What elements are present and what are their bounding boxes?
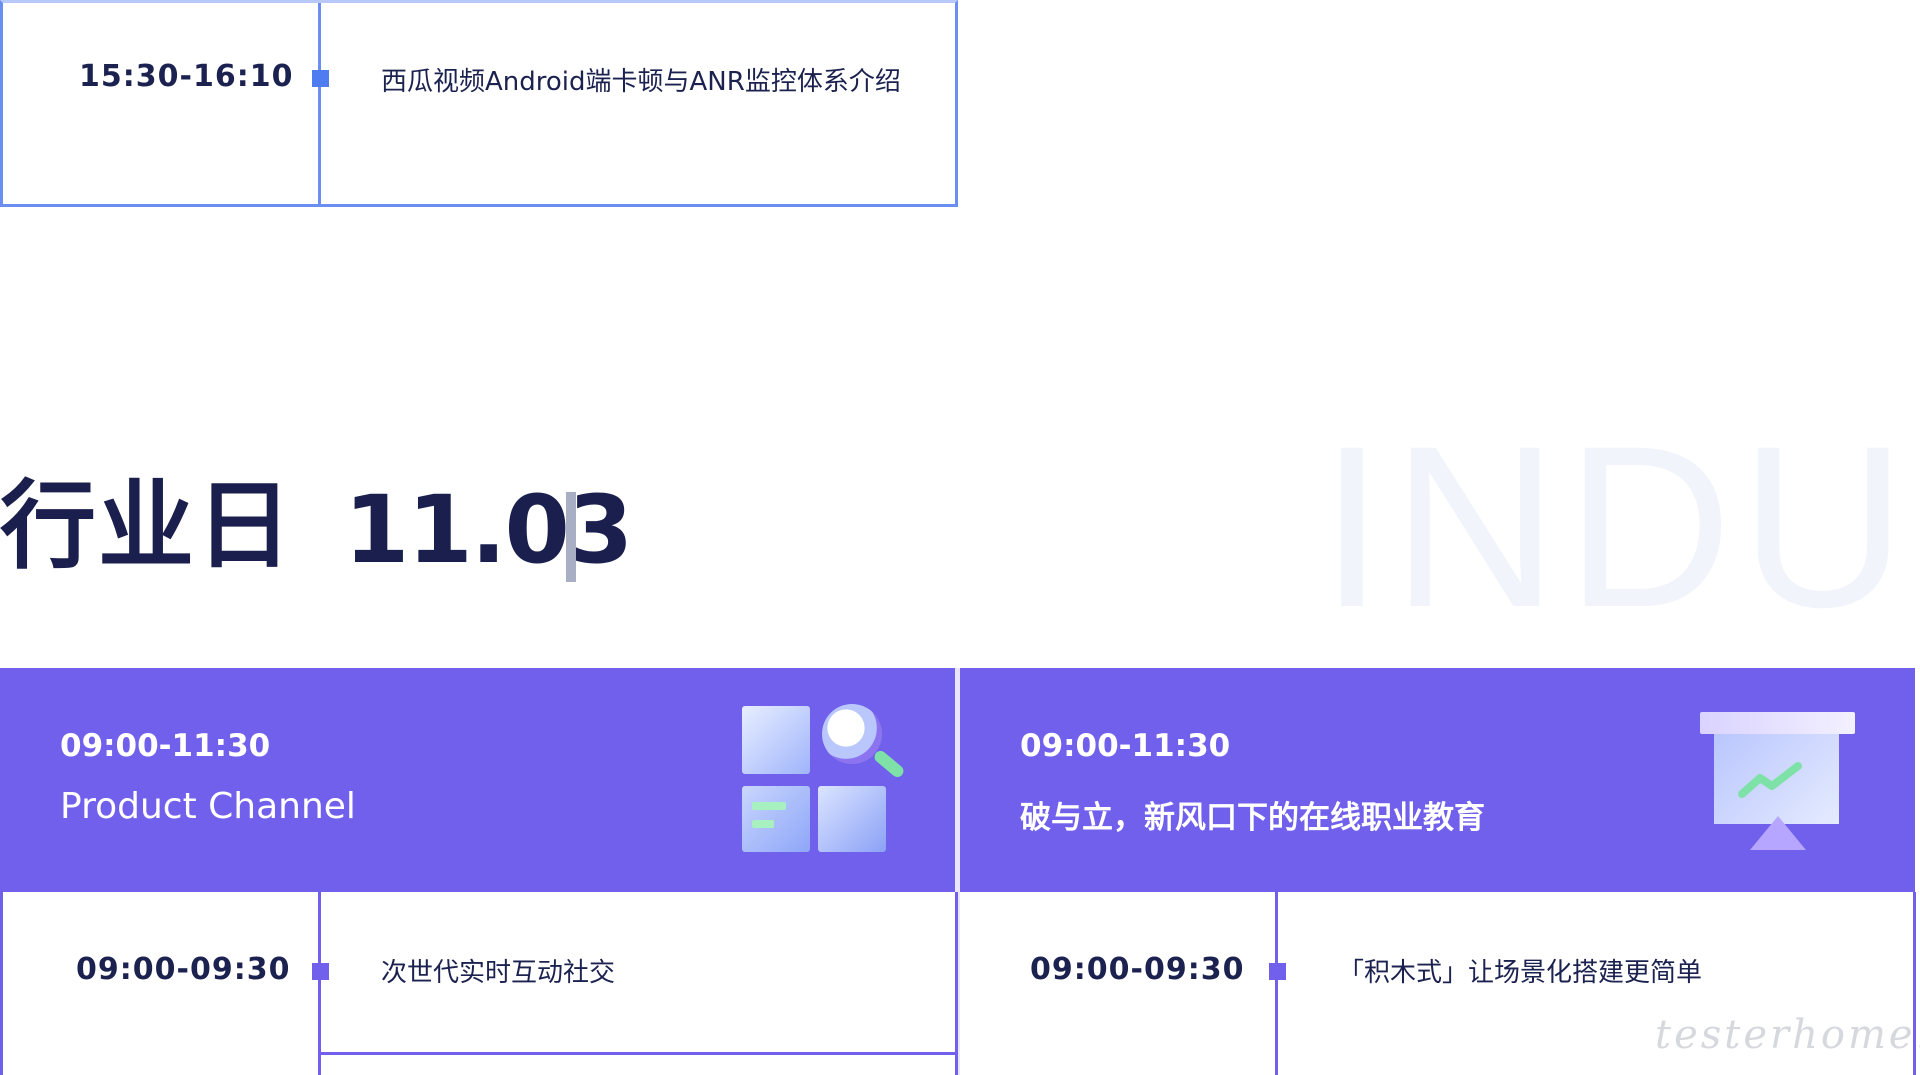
session-time-cell: 15:30-16:10 [3,3,329,204]
site-watermark: testerhome.com [1655,1012,1920,1058]
channel-time: 09:00-11:30 [60,728,271,764]
presentation-chart-icon [1700,712,1860,852]
section-background-word: INDU [1320,398,1915,655]
session-title-cell: 西瓜视频Android端卡顿与ANR监控体系介绍 [321,3,955,204]
text-caret [566,492,576,582]
section-date: 11.03 [344,476,633,585]
search-grid-icon [742,704,906,856]
agenda-page: 15:30-16:10 西瓜视频Android端卡顿与ANR监控体系介绍 IND… [0,0,1920,1075]
session-time: 09:00-09:30 [76,952,291,987]
timeline-marker [312,963,329,980]
session-title[interactable]: 次世代实时互动社交 [381,952,615,989]
session-time-cell: 09:00-09:30 [958,892,1286,1075]
session-time-cell: 09:00-09:30 [3,892,329,1075]
timeline-marker [1269,963,1286,980]
session-time: 09:00-09:30 [1030,952,1245,987]
trend-line-icon [1738,762,1802,798]
session-row[interactable]: 09:00-09:30 次世代实时互动社交 [0,892,958,1075]
session-title[interactable]: 西瓜视频Android端卡顿与ANR监控体系介绍 [381,61,931,103]
channel-time: 09:00-11:30 [1020,728,1231,764]
row-divider [318,1052,958,1055]
channel-name: 破与立，新风口下的在线职业教育 [1020,800,1485,836]
session-time: 15:30-16:10 [79,59,294,94]
session-row[interactable]: 15:30-16:10 西瓜视频Android端卡顿与ANR监控体系介绍 [0,0,958,207]
section-title: 行业日 [0,470,294,582]
channel-name: Product Channel [60,786,356,827]
session-title[interactable]: 「积木式」让场景化搭建更简单 [1338,952,1702,989]
